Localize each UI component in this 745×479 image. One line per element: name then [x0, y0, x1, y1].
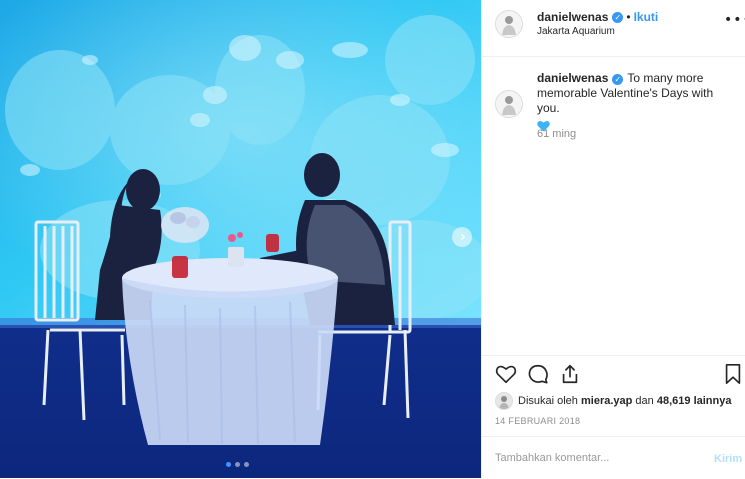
like-button[interactable]	[495, 363, 517, 385]
post-caption: danielwenas ✓ To many more memorable Valen…	[537, 71, 737, 136]
share-icon	[562, 364, 578, 384]
likes-prefix: Disukai oleh	[518, 395, 578, 407]
comment-icon	[528, 364, 548, 384]
verified-badge-icon: ✓	[612, 74, 624, 85]
likes-summary: Disukai oleh miera.yap dan 48,619 lainny…	[495, 392, 731, 410]
carousel-dot	[226, 462, 231, 467]
more-options-icon[interactable]: •••	[724, 12, 745, 28]
username-link[interactable]: danielwenas	[537, 10, 608, 24]
chevron-right-icon: ›	[460, 229, 466, 245]
caption-username-link[interactable]: danielwenas	[537, 71, 608, 85]
heart-icon	[495, 365, 517, 384]
aquarium-dinner-image	[0, 0, 481, 478]
comment-button[interactable]	[527, 363, 549, 385]
post-side-panel: danielwenas ✓ • Ikuti Jakarta Aquarium •…	[481, 0, 745, 478]
carousel-next-button[interactable]: ›	[452, 227, 472, 247]
caption-avatar[interactable]	[495, 90, 523, 118]
location-link[interactable]: Jakarta Aquarium	[537, 26, 615, 37]
post-comment-button[interactable]: Kirim	[714, 453, 742, 465]
post-header: danielwenas ✓ • Ikuti Jakarta Aquarium •…	[482, 0, 745, 57]
post-photo[interactable]: ›	[0, 0, 481, 478]
post-date[interactable]: 14 FEBRUARI 2018	[495, 416, 580, 426]
carousel-dot	[244, 462, 249, 467]
likes-count[interactable]: 48,619	[657, 395, 691, 407]
comment-input[interactable]	[495, 452, 675, 464]
save-button[interactable]	[722, 363, 744, 385]
likes-connector: dan	[635, 395, 654, 407]
separator: •	[626, 10, 631, 24]
profile-picture	[496, 393, 512, 409]
follow-button[interactable]: Ikuti	[634, 10, 659, 24]
profile-picture	[496, 11, 522, 37]
comment-form: Kirim	[482, 436, 745, 479]
avatar[interactable]	[495, 392, 513, 410]
carousel-dot	[235, 462, 240, 467]
profile-picture	[496, 91, 522, 117]
liker-username-link[interactable]: miera.yap	[581, 395, 632, 407]
carousel-indicator	[226, 462, 249, 467]
avatar[interactable]	[495, 10, 523, 38]
verified-badge-icon: ✓	[612, 11, 624, 23]
share-button[interactable]	[559, 363, 581, 385]
likes-suffix[interactable]: lainnya	[694, 395, 732, 407]
divider	[482, 355, 745, 357]
bookmark-icon	[725, 364, 741, 384]
timestamp[interactable]: 61 ming	[537, 128, 576, 140]
